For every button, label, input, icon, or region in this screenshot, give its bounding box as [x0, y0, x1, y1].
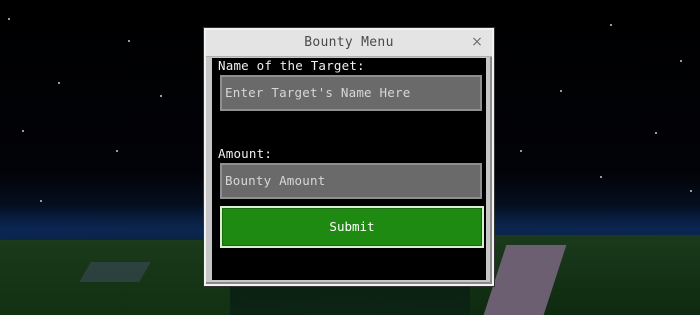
- star: [58, 82, 60, 84]
- bounty-amount-input[interactable]: Bounty Amount: [220, 163, 482, 199]
- star: [600, 176, 602, 178]
- star: [690, 190, 692, 192]
- star: [655, 132, 657, 134]
- star: [560, 90, 562, 92]
- star: [680, 60, 682, 62]
- bounty-amount-placeholder: Bounty Amount: [225, 173, 326, 188]
- dialog-title: Bounty Menu: [304, 35, 394, 50]
- star: [610, 24, 612, 26]
- star: [116, 150, 118, 152]
- close-icon[interactable]: ×: [468, 33, 486, 51]
- star: [22, 130, 24, 132]
- target-name-placeholder: Enter Target's Name Here: [225, 85, 411, 100]
- star: [160, 95, 162, 97]
- star: [40, 200, 42, 202]
- target-name-input[interactable]: Enter Target's Name Here: [220, 75, 482, 111]
- amount-label: Amount:: [218, 146, 273, 161]
- target-name-label: Name of the Target:: [218, 58, 365, 73]
- dialog-content: Name of the Target: Enter Target's Name …: [212, 58, 486, 280]
- bounty-menu-dialog: Bounty Menu × Name of the Target: Enter …: [204, 28, 494, 286]
- submit-button[interactable]: Submit: [220, 206, 484, 248]
- star: [128, 40, 130, 42]
- star: [8, 18, 10, 20]
- dialog-titlebar: Bounty Menu ×: [206, 30, 492, 57]
- terrain-block: [79, 262, 151, 282]
- star: [520, 150, 522, 152]
